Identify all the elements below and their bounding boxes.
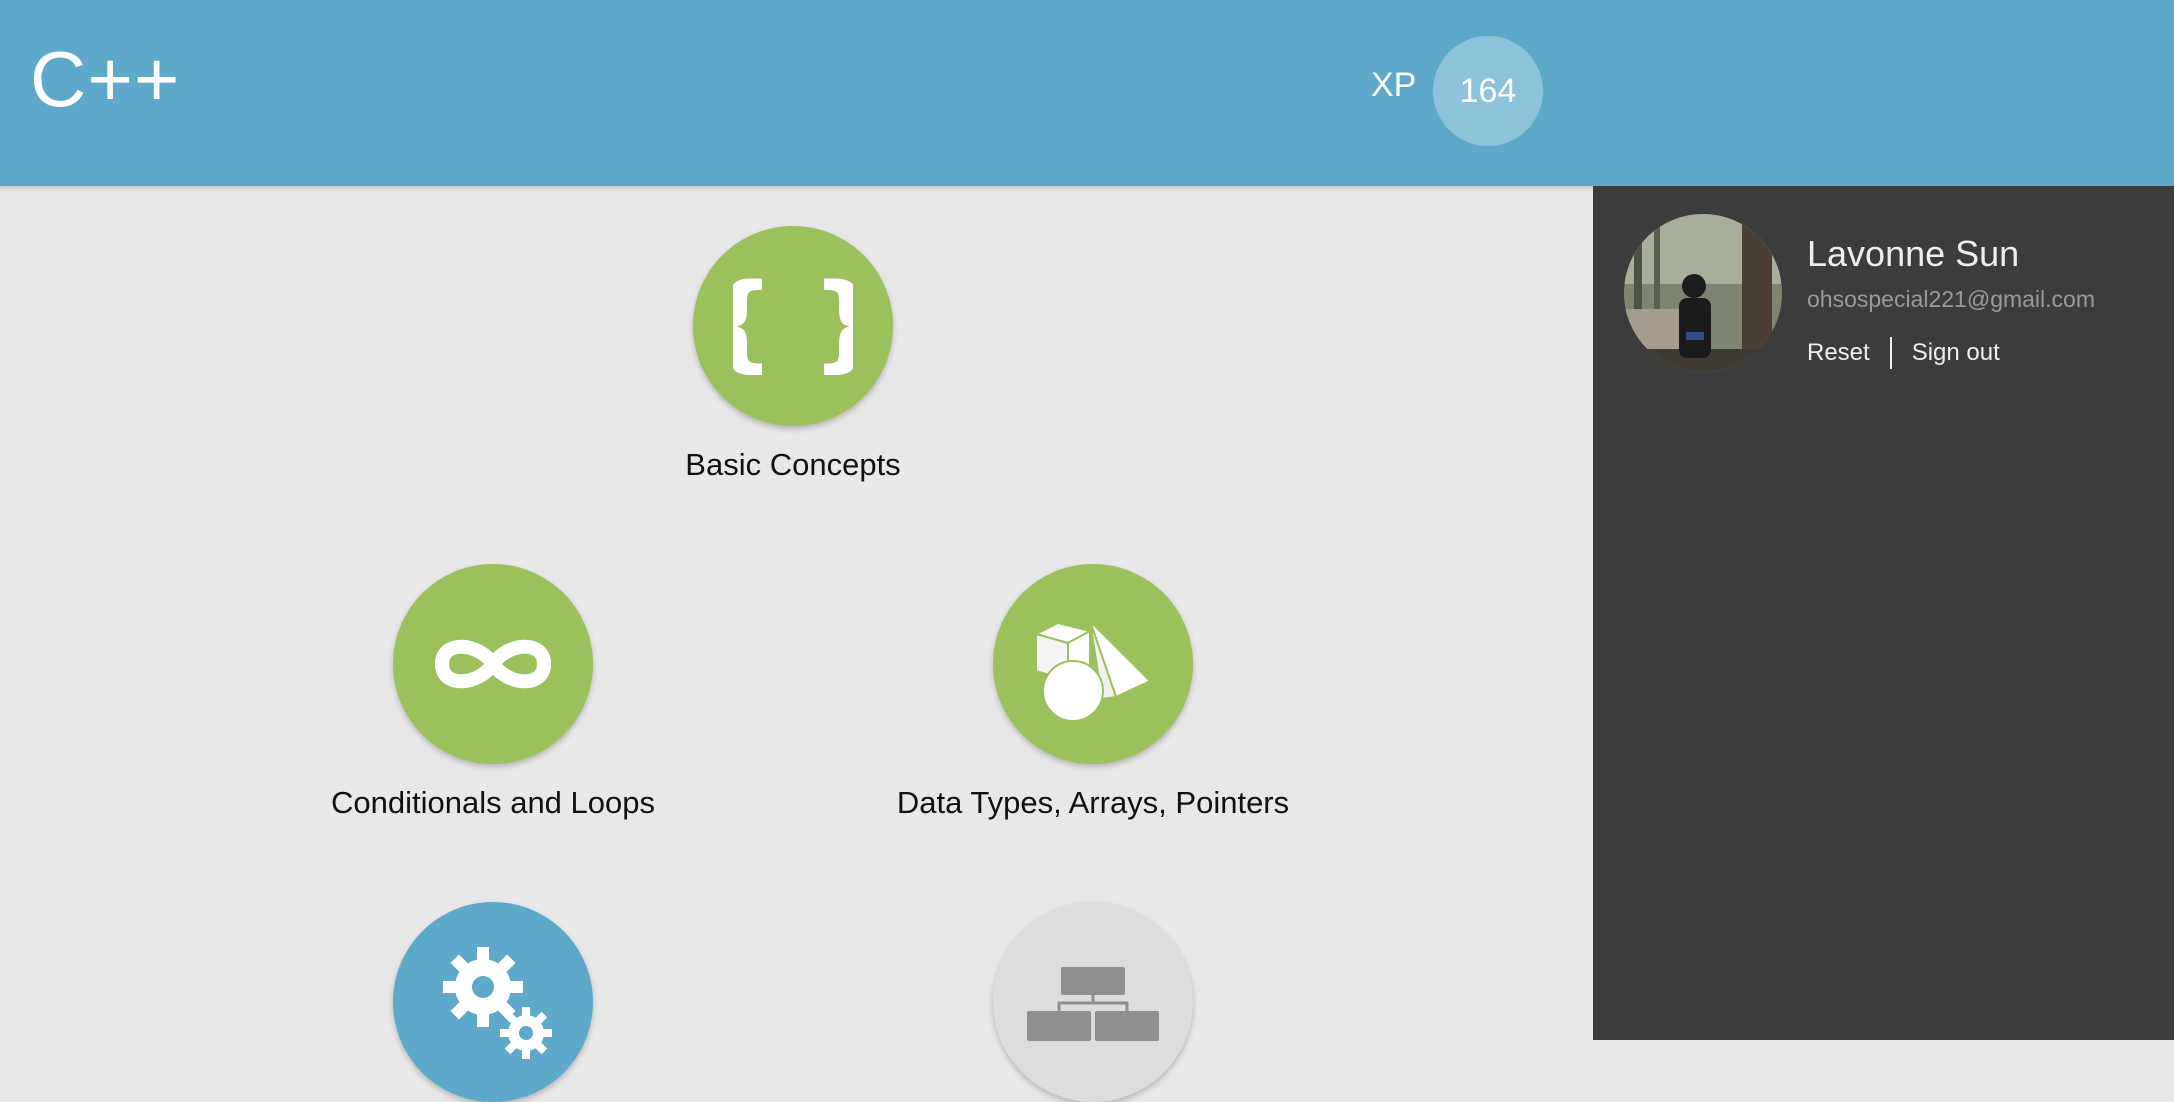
profile-email: ohsospecial221@gmail.com <box>1807 286 2095 312</box>
reset-link[interactable]: Reset <box>1807 339 1870 367</box>
app-header: C++ XP 164 <box>0 0 2174 186</box>
svg-text:{ }: { } <box>733 266 853 383</box>
infinity-icon <box>435 639 551 689</box>
module-basic-concepts[interactable]: { } <box>693 226 893 426</box>
xp-badge: 164 <box>1433 36 1543 146</box>
avatar <box>1624 214 1782 372</box>
profile-sidebar: Lavonne Sun ohsospecial221@gmail.com Res… <box>1593 186 2174 1040</box>
module-label-data-types[interactable]: Data Types, Arrays, Pointers <box>833 787 1353 818</box>
module-data-types[interactable] <box>993 564 1193 764</box>
header-shadow <box>0 186 1593 192</box>
module-label-conditionals-loops[interactable]: Conditionals and Loops <box>233 787 753 818</box>
module-classes-objects[interactable] <box>993 902 1193 1102</box>
gears-icon <box>443 947 552 1059</box>
module-functions[interactable] <box>393 902 593 1102</box>
divider <box>1889 337 1892 369</box>
module-label-basic-concepts[interactable]: Basic Concepts <box>533 449 1053 480</box>
sign-out-link[interactable]: Sign out <box>1912 339 2000 367</box>
xp-label: XP <box>1371 66 1417 104</box>
avatar-photo <box>1624 214 1782 372</box>
shapes-icon <box>1033 620 1152 722</box>
module-conditionals-loops[interactable] <box>393 564 593 764</box>
profile-name: Lavonne Sun <box>1807 233 2020 274</box>
hierarchy-icon <box>1027 967 1159 1041</box>
course-title: C++ <box>30 35 181 123</box>
curly-braces-icon: { } <box>733 266 853 383</box>
profile-actions: Reset Sign out <box>1807 336 2000 370</box>
